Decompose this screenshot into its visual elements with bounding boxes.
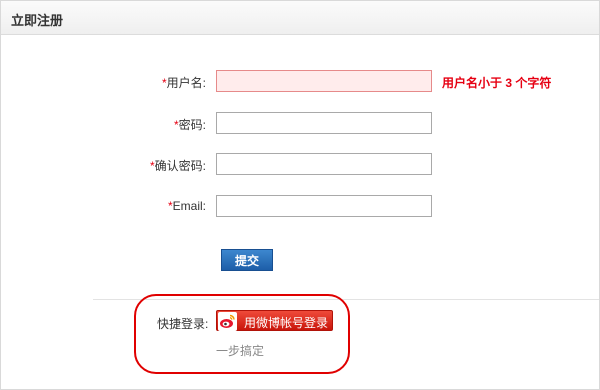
- password-row: *密码:: [1, 112, 599, 136]
- email-input[interactable]: [216, 195, 432, 217]
- weibo-login-button[interactable]: 用微博帐号登录: [216, 310, 333, 331]
- username-error: 用户名小于 3 个字符: [442, 76, 552, 90]
- email-label: *Email:: [167, 199, 206, 213]
- panel-header: 立即注册: [1, 1, 599, 35]
- weibo-icon: [218, 312, 237, 331]
- confirm-password-label: *确认密码:: [149, 159, 206, 173]
- confirm-password-input[interactable]: [216, 153, 432, 175]
- quick-login-label: 快捷登录:: [157, 317, 209, 331]
- quick-login-highlight: [134, 294, 350, 374]
- submit-button[interactable]: 提交: [221, 249, 273, 271]
- panel-title: 立即注册: [11, 13, 64, 28]
- username-row: *用户名: 用户名小于 3 个字符: [1, 70, 599, 94]
- email-row: *Email:: [1, 195, 599, 219]
- password-input[interactable]: [216, 112, 432, 134]
- password-label: *密码:: [173, 118, 206, 132]
- username-input[interactable]: [216, 70, 432, 92]
- register-panel: 立即注册 *用户名: 用户名小于 3 个字符 *密码: *确认密码: *Emai…: [0, 0, 600, 390]
- confirm-password-row: *确认密码:: [1, 153, 599, 177]
- weibo-login-label: 用微博帐号登录: [244, 316, 329, 330]
- quick-login-note: 一步搞定: [216, 344, 265, 358]
- username-label: *用户名:: [161, 76, 206, 90]
